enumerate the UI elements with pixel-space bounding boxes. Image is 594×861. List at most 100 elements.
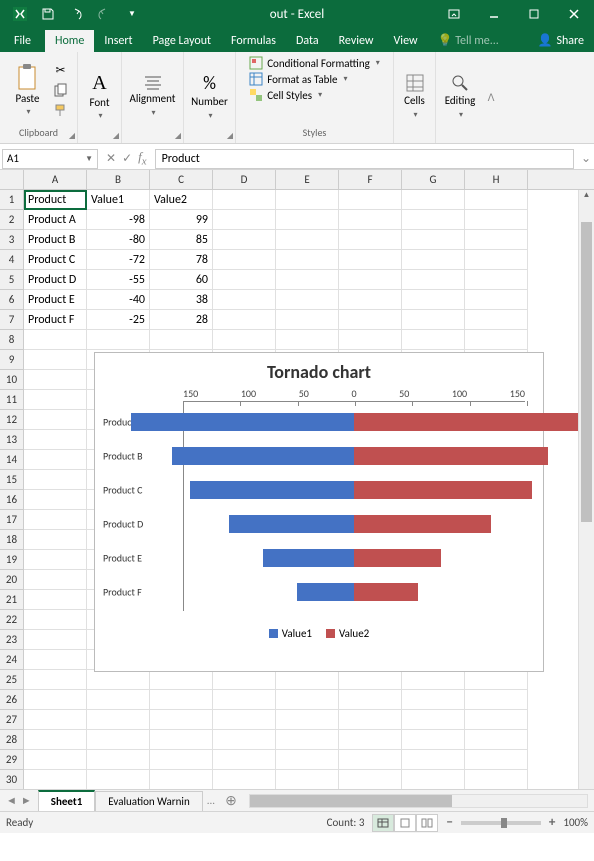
close-icon[interactable]	[554, 0, 594, 28]
sheet-nav-prev-icon[interactable]: ◄	[6, 794, 17, 807]
cell[interactable]	[402, 210, 465, 230]
column-header[interactable]: C	[150, 170, 213, 189]
page-layout-view-icon[interactable]	[394, 814, 416, 832]
cell[interactable]	[465, 290, 528, 310]
tab-tell-me[interactable]: 💡 Tell me...	[428, 29, 509, 52]
cell[interactable]	[465, 230, 528, 250]
share-button[interactable]: 👤Share	[527, 29, 594, 52]
maximize-icon[interactable]	[514, 0, 554, 28]
row-header[interactable]: 24	[0, 650, 24, 670]
cell[interactable]	[465, 190, 528, 210]
chart-bar[interactable]	[354, 583, 418, 601]
cell[interactable]	[24, 770, 87, 789]
cell[interactable]: -80	[87, 230, 150, 250]
chart-bar[interactable]	[229, 515, 354, 533]
cell[interactable]: 99	[150, 210, 213, 230]
chart-bar[interactable]	[354, 413, 580, 431]
cell[interactable]: Product A	[24, 210, 87, 230]
cell[interactable]	[339, 770, 402, 789]
zoom-out-icon[interactable]: −	[446, 815, 452, 830]
cell[interactable]	[213, 770, 276, 789]
row-header[interactable]: 23	[0, 630, 24, 650]
row-header[interactable]: 17	[0, 510, 24, 530]
cell[interactable]	[402, 290, 465, 310]
tab-view[interactable]: View	[384, 30, 428, 52]
cell[interactable]: 78	[150, 250, 213, 270]
cell[interactable]	[465, 690, 528, 710]
cell[interactable]	[465, 210, 528, 230]
collapse-ribbon-icon[interactable]: ᐱ	[484, 52, 498, 143]
cell[interactable]	[24, 730, 87, 750]
cell[interactable]	[465, 250, 528, 270]
cell[interactable]	[276, 190, 339, 210]
cell[interactable]	[213, 730, 276, 750]
vertical-scrollbar[interactable]: ▲	[578, 190, 594, 789]
cell[interactable]	[339, 290, 402, 310]
chart-bar[interactable]	[172, 447, 354, 465]
cell[interactable]	[24, 530, 87, 550]
redo-icon[interactable]	[92, 2, 116, 26]
save-icon[interactable]	[36, 2, 60, 26]
cell[interactable]	[87, 750, 150, 770]
cell[interactable]	[465, 310, 528, 330]
cell[interactable]	[402, 270, 465, 290]
cell[interactable]	[24, 330, 87, 350]
cell[interactable]	[339, 690, 402, 710]
tab-review[interactable]: Review	[329, 30, 384, 52]
format-as-table-button[interactable]: Format as Table▾	[249, 72, 380, 86]
cell[interactable]	[339, 250, 402, 270]
cell[interactable]	[213, 690, 276, 710]
cell[interactable]	[24, 630, 87, 650]
fx-icon[interactable]: fx	[138, 149, 146, 168]
cell[interactable]	[465, 770, 528, 789]
cell[interactable]	[402, 770, 465, 789]
cell[interactable]	[87, 670, 150, 690]
chart-bar[interactable]	[354, 549, 441, 567]
row-header[interactable]: 20	[0, 570, 24, 590]
row-header[interactable]: 30	[0, 770, 24, 789]
row-header[interactable]: 28	[0, 730, 24, 750]
cell[interactable]: Product D	[24, 270, 87, 290]
cell[interactable]	[24, 750, 87, 770]
row-header[interactable]: 8	[0, 330, 24, 350]
cell[interactable]	[150, 330, 213, 350]
cell[interactable]	[213, 290, 276, 310]
cell[interactable]	[24, 490, 87, 510]
cell[interactable]	[276, 230, 339, 250]
sheet-nav-next-icon[interactable]: ►	[21, 794, 32, 807]
row-header[interactable]: 3	[0, 230, 24, 250]
cell[interactable]	[339, 190, 402, 210]
cell[interactable]	[465, 750, 528, 770]
row-header[interactable]: 21	[0, 590, 24, 610]
cell[interactable]	[339, 670, 402, 690]
cell[interactable]	[339, 750, 402, 770]
cell[interactable]	[465, 270, 528, 290]
zoom-level[interactable]: 100%	[563, 816, 588, 829]
cell[interactable]	[402, 750, 465, 770]
cell[interactable]	[24, 370, 87, 390]
editing-group-button[interactable]: Editing▾	[440, 64, 480, 130]
chart-bar[interactable]	[297, 583, 354, 601]
cell[interactable]	[339, 210, 402, 230]
row-header[interactable]: 26	[0, 690, 24, 710]
cell[interactable]: -72	[87, 250, 150, 270]
cell[interactable]	[402, 330, 465, 350]
new-sheet-icon[interactable]: ⊕	[219, 792, 243, 809]
row-header[interactable]: 10	[0, 370, 24, 390]
cell[interactable]	[213, 270, 276, 290]
chart-bar[interactable]	[354, 447, 548, 465]
cell[interactable]	[276, 210, 339, 230]
cell[interactable]	[276, 270, 339, 290]
cell[interactable]	[24, 510, 87, 530]
cell[interactable]: 38	[150, 290, 213, 310]
alignment-launcher-icon[interactable]: ◢	[175, 131, 181, 141]
name-box-dropdown-icon[interactable]: ▼	[85, 154, 93, 164]
tab-home[interactable]: Home	[45, 30, 94, 52]
cell[interactable]	[150, 750, 213, 770]
cell[interactable]: Product B	[24, 230, 87, 250]
cell[interactable]	[24, 670, 87, 690]
conditional-formatting-button[interactable]: Conditional Formatting▾	[249, 56, 380, 70]
formula-expand-icon[interactable]: ⌄	[578, 151, 594, 166]
cell[interactable]: Value2	[150, 190, 213, 210]
cell[interactable]	[24, 650, 87, 670]
